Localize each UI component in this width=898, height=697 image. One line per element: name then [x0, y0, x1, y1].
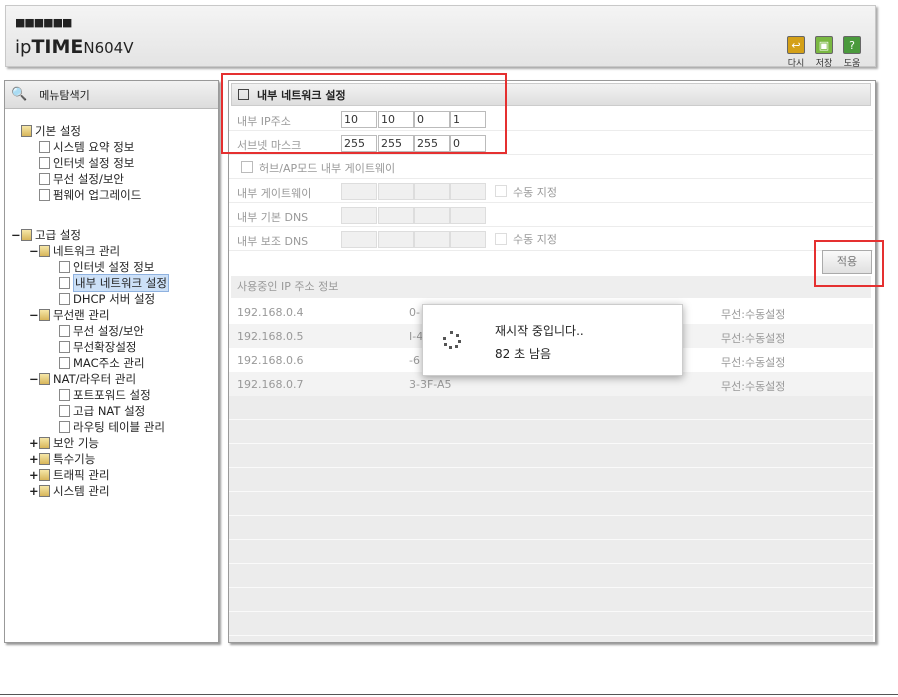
gateway-octet-2[interactable]: [378, 183, 414, 200]
tree-traffic[interactable]: + 트래픽 관리: [29, 467, 110, 482]
page-icon: [59, 324, 70, 337]
tree-wireless-extension[interactable]: 무선확장설정: [59, 339, 136, 354]
tree-internal-network[interactable]: 내부 네트워크 설정: [59, 273, 169, 292]
dns1-row: 내부 기본 DNS: [229, 203, 873, 227]
page-icon: [59, 420, 70, 433]
tree-security[interactable]: + 보안 기능: [29, 435, 99, 450]
dns2-octet-4[interactable]: [450, 231, 486, 248]
bottom-divider: [0, 694, 898, 695]
tree-mac-management[interactable]: MAC주소 관리: [59, 355, 145, 370]
refresh-label: 다시: [787, 59, 805, 69]
brand-bold: TIME: [31, 36, 84, 58]
gateway-manual-label: 수동 지정: [513, 186, 557, 199]
empty-table-area: [229, 396, 873, 642]
dns1-octet-3[interactable]: [414, 207, 450, 224]
page-icon: [59, 356, 70, 369]
refresh-icon: ↩: [787, 36, 805, 54]
loading-spinner-icon: [443, 331, 461, 349]
special-icon: [39, 452, 50, 465]
dns2-label: 내부 보조 DNS: [237, 235, 309, 248]
dns-manual-label: 수동 지정: [513, 233, 557, 246]
menu-explorer: 🔍 메뉴탐색기 기본 설정 시스템 요약 정보 인터넷 설정 정보 무선 설정/…: [4, 80, 219, 643]
dns1-octet-1[interactable]: [341, 207, 377, 224]
page-icon: [59, 260, 70, 273]
gateway-octet-1[interactable]: [341, 183, 377, 200]
help-button[interactable]: ? 도움: [840, 36, 864, 69]
network-icon: [39, 244, 50, 257]
folder-icon: [21, 124, 32, 137]
tree-wireless-security[interactable]: 무선 설정/보안: [39, 171, 124, 186]
tree-wireless-settings[interactable]: 무선 설정/보안: [59, 323, 144, 338]
highlight-box-ip-settings: [221, 73, 507, 154]
wireless-icon: [39, 308, 50, 321]
tree-advanced-nat[interactable]: 고급 NAT 설정: [59, 403, 145, 418]
hub-ap-checkbox[interactable]: [241, 161, 253, 173]
tree-special-functions[interactable]: + 특수기능: [29, 451, 95, 466]
page-icon: [59, 276, 70, 289]
traffic-icon: [39, 468, 50, 481]
menu-explorer-title: 메뉴탐색기: [39, 88, 90, 102]
brand-prefix: ip: [15, 37, 32, 58]
folder-icon: [21, 228, 32, 241]
page-icon: [59, 340, 70, 353]
ip-usage-section-title: 사용중인 IP 주소 정보: [231, 276, 871, 298]
tree-system-management[interactable]: + 시스템 관리: [29, 483, 110, 498]
dns1-octet-4[interactable]: [450, 207, 486, 224]
dns-manual-checkbox[interactable]: [495, 233, 507, 245]
page-icon: [59, 404, 70, 417]
tree-routing-table[interactable]: 라우팅 테이블 관리: [59, 419, 165, 434]
top-header: ■■■■■■ ipTIMEN604V ↩ 다시 ▣ 저장 ? 도움: [5, 5, 876, 69]
highlight-box-apply: [814, 240, 884, 287]
hub-ap-label: 허브/AP모드 내부 게이트웨이: [259, 162, 396, 175]
iptime-logo: ipTIMEN604V: [15, 36, 133, 58]
tree-basic-settings[interactable]: 기본 설정: [21, 123, 81, 138]
gateway-row: 내부 게이트웨이 수동 지정: [229, 179, 873, 203]
search-icon: 🔍: [11, 87, 28, 102]
gateway-octet-3[interactable]: [414, 183, 450, 200]
page-icon: [59, 292, 70, 305]
tree-internet-info[interactable]: 인터넷 설정 정보: [39, 155, 134, 170]
tree-internet-settings[interactable]: 인터넷 설정 정보: [59, 259, 154, 274]
refresh-button[interactable]: ↩ 다시: [784, 36, 808, 69]
dns2-row: 내부 보조 DNS 수동 지정: [229, 227, 873, 251]
menu-explorer-header: 🔍 메뉴탐색기: [5, 81, 218, 109]
tree-wireless-management[interactable]: − 무선랜 관리: [29, 307, 110, 322]
system-icon: [39, 484, 50, 497]
hub-ap-row: 허브/AP모드 내부 게이트웨이: [229, 155, 873, 179]
upgrade-icon: [39, 188, 50, 201]
gateway-octet-4[interactable]: [450, 183, 486, 200]
model-name: N604V: [83, 39, 134, 57]
dns1-label: 내부 기본 DNS: [237, 211, 309, 224]
help-icon: ?: [843, 36, 861, 54]
save-button[interactable]: ▣ 저장: [812, 36, 836, 69]
tree-dhcp-server[interactable]: DHCP 서버 설정: [59, 291, 155, 306]
remaining-time: 82 초 남음: [495, 347, 552, 361]
tree-firmware-upgrade[interactable]: 펌웨어 업그레이드: [39, 187, 141, 202]
dns2-octet-1[interactable]: [341, 231, 377, 248]
gateway-label: 내부 게이트웨이: [237, 187, 312, 200]
dns2-octet-3[interactable]: [414, 231, 450, 248]
lock-icon: [39, 436, 50, 449]
save-icon: ▣: [815, 36, 833, 54]
logo-dots: ■■■■■■: [15, 16, 72, 29]
gateway-manual-checkbox[interactable]: [495, 185, 507, 197]
tree-advanced-settings[interactable]: − 고급 설정: [11, 227, 81, 242]
save-label: 저장: [815, 59, 833, 69]
tree-system-summary[interactable]: 시스템 요약 정보: [39, 139, 134, 154]
restart-message: 재시작 중입니다..: [495, 324, 584, 338]
tree-port-forward[interactable]: 포트포워드 설정: [59, 387, 151, 402]
tree-network-management[interactable]: − 네트워크 관리: [29, 243, 120, 258]
dns2-octet-2[interactable]: [378, 231, 414, 248]
router-icon: [39, 372, 50, 385]
restart-dialog: 재시작 중입니다.. 82 초 남음: [422, 304, 683, 376]
monitor-icon: [39, 156, 50, 169]
help-label: 도움: [843, 59, 861, 69]
dns1-octet-2[interactable]: [378, 207, 414, 224]
wireless-icon: [39, 172, 50, 185]
page-icon: [59, 388, 70, 401]
chart-icon: [39, 140, 50, 153]
tree-nat-router[interactable]: − NAT/라우터 관리: [29, 371, 136, 386]
